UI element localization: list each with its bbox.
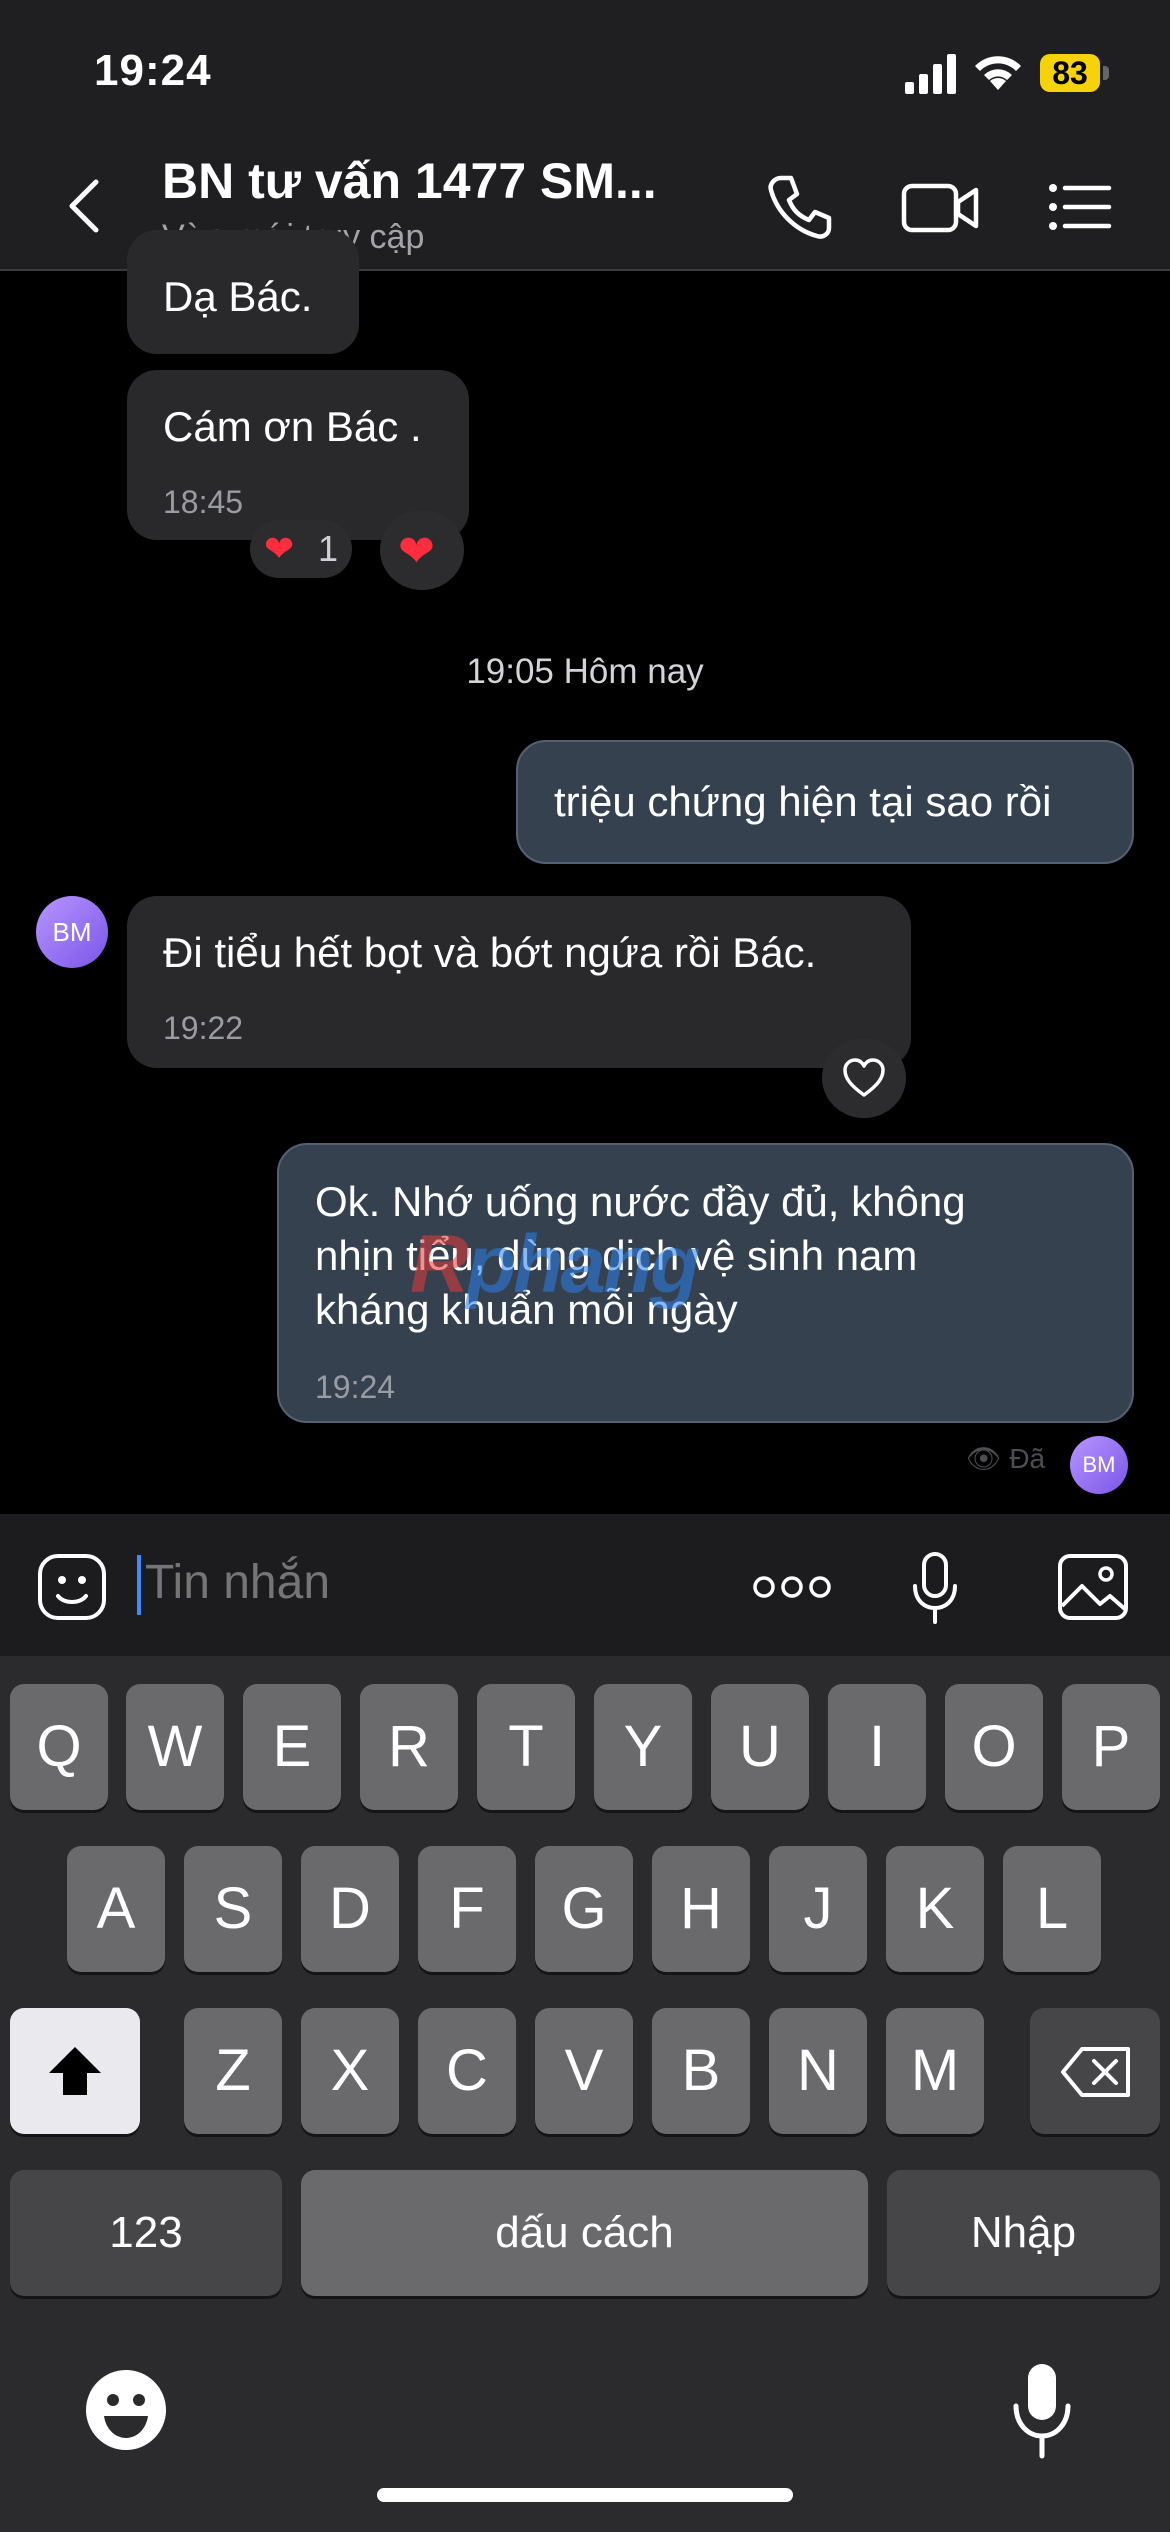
- key-o[interactable]: O: [945, 1684, 1043, 1810]
- key-g[interactable]: G: [535, 1846, 633, 1972]
- signal-icon: [905, 54, 956, 94]
- date-separator: 19:05 Hôm nay: [466, 652, 704, 691]
- enter-key[interactable]: Nhập: [887, 2170, 1160, 2296]
- key-c[interactable]: C: [418, 2008, 516, 2134]
- backspace-icon: [1061, 2047, 1130, 2097]
- message-time: 19:24: [315, 1369, 396, 1405]
- message-time: 19:22: [163, 1010, 244, 1046]
- message-incoming[interactable]: Đi tiểu hết bọt và bớt ngứa rồi Bác. 19:…: [127, 896, 911, 1068]
- back-chevron-icon[interactable]: [60, 176, 110, 236]
- status-time: 19:24: [94, 46, 212, 95]
- key-q[interactable]: Q: [10, 1684, 108, 1810]
- microphone-icon[interactable]: [910, 1552, 960, 1626]
- key-i[interactable]: I: [828, 1684, 926, 1810]
- menu-list-icon[interactable]: [1045, 172, 1115, 242]
- key-t[interactable]: T: [477, 1684, 575, 1810]
- message-text: Cám ơn Bác .: [163, 403, 422, 450]
- key-a[interactable]: A: [67, 1846, 165, 1972]
- key-j[interactable]: J: [769, 1846, 867, 1972]
- heart-reaction-icon: ❤: [264, 528, 295, 569]
- key-f[interactable]: F: [418, 1846, 516, 1972]
- key-e[interactable]: E: [243, 1684, 341, 1810]
- dictation-microphone-icon[interactable]: [1010, 2362, 1074, 2462]
- message-input[interactable]: [145, 1555, 705, 1610]
- avatar[interactable]: BM: [36, 896, 108, 968]
- keyboard: Q W E R T Y U I O P A S D F G H J K L Z …: [0, 1656, 1170, 2532]
- message-time: 18:45: [163, 484, 244, 520]
- wifi-icon: [975, 56, 1021, 90]
- message-text: Đi tiểu hết bọt và bớt ngứa rồi Bác.: [163, 929, 817, 976]
- like-button[interactable]: [822, 1038, 906, 1118]
- reaction-count-chip[interactable]: ❤ 1: [250, 520, 352, 578]
- sticker-emoji-icon[interactable]: [36, 1552, 108, 1622]
- eye-icon: 👁: [966, 1443, 1002, 1474]
- backspace-key[interactable]: [1030, 2008, 1160, 2134]
- numbers-key[interactable]: 123: [10, 2170, 282, 2296]
- key-m[interactable]: M: [886, 2008, 984, 2134]
- key-y[interactable]: Y: [594, 1684, 692, 1810]
- key-v[interactable]: V: [535, 2008, 633, 2134]
- watermark-logo: Rphang: [410, 1219, 700, 1310]
- more-options-icon[interactable]: [752, 1572, 832, 1602]
- message-text: triệu chứng hiện tại sao rồi: [554, 778, 1052, 825]
- message-incoming[interactable]: Dạ Bác.: [127, 230, 359, 354]
- key-h[interactable]: H: [652, 1846, 750, 1972]
- seen-avatar: BM: [1070, 1436, 1128, 1494]
- key-z[interactable]: Z: [184, 2008, 282, 2134]
- key-u[interactable]: U: [711, 1684, 809, 1810]
- reaction-button[interactable]: ❤: [380, 510, 464, 590]
- key-p[interactable]: P: [1062, 1684, 1160, 1810]
- text-caret: [137, 1555, 141, 1615]
- key-d[interactable]: D: [301, 1846, 399, 1972]
- battery-level: 83: [1040, 54, 1100, 92]
- message-outgoing[interactable]: triệu chứng hiện tại sao rồi: [516, 740, 1134, 864]
- reaction-count: 1: [318, 528, 339, 569]
- home-indicator[interactable]: [377, 2488, 793, 2502]
- key-b[interactable]: B: [652, 2008, 750, 2134]
- chat-title[interactable]: BN tư vấn 1477 SM...: [162, 152, 657, 210]
- message-outgoing[interactable]: Ok. Nhớ uống nước đầy đủ, không nhịn tiể…: [277, 1143, 1134, 1423]
- key-s[interactable]: S: [184, 1846, 282, 1972]
- key-r[interactable]: R: [360, 1684, 458, 1810]
- phone-call-icon[interactable]: [765, 172, 835, 242]
- emoji-keyboard-icon[interactable]: [84, 2368, 168, 2452]
- shift-arrow-icon: [49, 2047, 101, 2095]
- video-call-icon[interactable]: [900, 172, 980, 242]
- seen-status: 👁 Đã: [966, 1442, 1045, 1475]
- key-x[interactable]: X: [301, 2008, 399, 2134]
- key-n[interactable]: N: [769, 2008, 867, 2134]
- space-key[interactable]: dấu cách: [301, 2170, 868, 2296]
- image-gallery-icon[interactable]: [1056, 1552, 1130, 1622]
- key-l[interactable]: L: [1003, 1846, 1101, 1972]
- seen-label: Đã: [1009, 1443, 1046, 1474]
- shift-key[interactable]: [10, 2008, 140, 2134]
- battery-tip: [1103, 66, 1109, 80]
- message-text: Dạ Bác.: [163, 273, 313, 320]
- key-k[interactable]: K: [886, 1846, 984, 1972]
- heart-reaction-icon: ❤: [398, 527, 435, 576]
- heart-outline-icon: [843, 1058, 885, 1097]
- key-w[interactable]: W: [126, 1684, 224, 1810]
